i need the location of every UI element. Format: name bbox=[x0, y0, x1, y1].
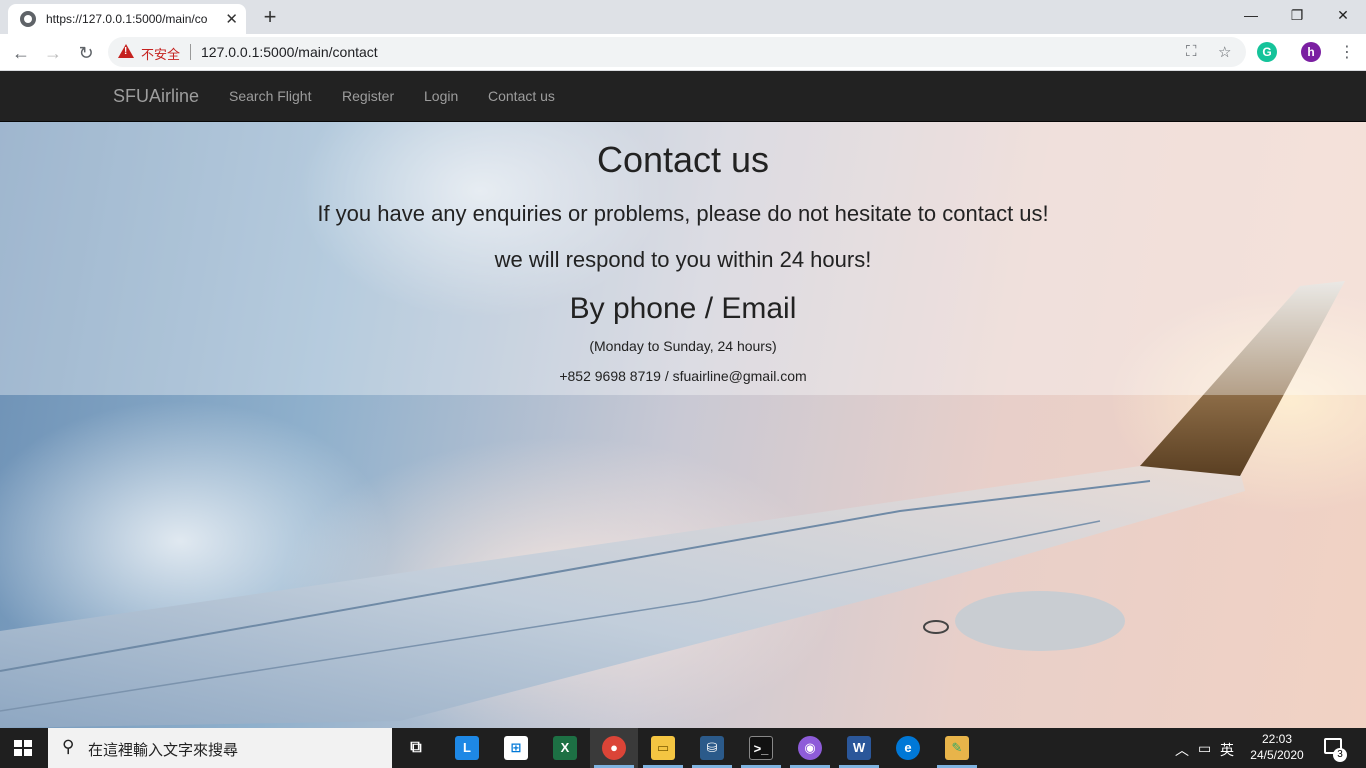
menu-icon[interactable]: ⋮ bbox=[1334, 40, 1360, 66]
translate-icon[interactable]: ⛶ bbox=[1186, 43, 1197, 60]
new-tab-button[interactable]: + bbox=[258, 5, 282, 29]
windows-start-icon[interactable] bbox=[14, 740, 32, 756]
taskbar-search-placeholder: 在這裡輸入文字來搜尋 bbox=[88, 742, 239, 759]
page-title: Contact us bbox=[596, 139, 770, 180]
terminal-icon[interactable]: >_ bbox=[749, 736, 773, 760]
clock-time: 22:03 bbox=[1261, 732, 1293, 746]
paint-icon[interactable]: ✎ bbox=[945, 736, 969, 760]
site-brand[interactable]: SFUAirline bbox=[113, 86, 199, 107]
globe-icon bbox=[20, 11, 36, 27]
github-desktop-icon[interactable]: ◉ bbox=[798, 736, 822, 760]
site-navbar: SFUAirline Search Flight Register Login … bbox=[0, 71, 1366, 122]
network-icon[interactable]: ▭ bbox=[1198, 740, 1211, 757]
chrome-icon[interactable]: ● bbox=[602, 736, 626, 760]
taskbar-search-box[interactable]: ⚲ 在這裡輸入文字來搜尋 bbox=[48, 728, 392, 768]
nav-register[interactable]: Register bbox=[342, 88, 394, 104]
contact-panel: Contact us If you have any enquiries or … bbox=[0, 122, 1366, 395]
star-icon[interactable]: ☆ bbox=[1218, 43, 1231, 61]
nav-login[interactable]: Login bbox=[424, 88, 458, 104]
browser-tabstrip: https://127.0.0.1:5000/main/co ✕ + — ❐ ✕ bbox=[0, 0, 1366, 34]
url-text[interactable]: 127.0.0.1:5000/main/contact bbox=[201, 44, 378, 60]
ime-indicator[interactable]: 英 bbox=[1220, 740, 1234, 760]
notification-count: 3 bbox=[1333, 748, 1347, 762]
nav-contact-us[interactable]: Contact us bbox=[488, 88, 555, 104]
grammarly-icon[interactable]: G bbox=[1257, 42, 1277, 62]
file-explorer-icon[interactable]: ▭ bbox=[651, 736, 675, 760]
web-page: SFUAirline Search Flight Register Login … bbox=[0, 71, 1366, 728]
lexicon-app-icon[interactable]: L bbox=[455, 736, 479, 760]
nav-search-flight[interactable]: Search Flight bbox=[229, 88, 311, 104]
search-icon: ⚲ bbox=[62, 737, 75, 756]
contact-details: +852 9698 8719 / sfuairline@gmail.com bbox=[559, 368, 807, 384]
profile-avatar[interactable]: h bbox=[1301, 42, 1321, 62]
hours-text: (Monday to Sunday, 24 hours) bbox=[589, 338, 777, 354]
warning-icon bbox=[118, 44, 134, 58]
enquiry-text: If you have any enquiries or problems, p… bbox=[317, 201, 1049, 226]
word-icon[interactable]: W bbox=[847, 736, 871, 760]
windows-taskbar: ⚲ 在這裡輸入文字來搜尋 ⧉ L ⊞ X ● ▭ ⛁ >_ ◉ W e ✎ ︿ … bbox=[0, 728, 1366, 768]
browser-tab[interactable]: https://127.0.0.1:5000/main/co ✕ bbox=[8, 4, 246, 34]
edge-icon[interactable]: e bbox=[896, 736, 920, 760]
clock-date: 24/5/2020 bbox=[1250, 748, 1304, 762]
system-clock[interactable]: 22:03 24/5/2020 bbox=[1250, 731, 1304, 763]
mysql-workbench-icon[interactable]: ⛁ bbox=[700, 736, 724, 760]
contact-method-heading: By phone / Email bbox=[569, 292, 797, 325]
address-bar[interactable]: 不安全 127.0.0.1:5000/main/contact ⛶ ☆ bbox=[108, 37, 1246, 67]
security-label[interactable]: 不安全 bbox=[141, 44, 180, 63]
close-tab-icon[interactable]: ✕ bbox=[225, 12, 238, 27]
divider bbox=[190, 44, 191, 60]
task-view-icon[interactable]: ⧉ bbox=[404, 736, 428, 760]
reload-icon[interactable]: ↻ bbox=[73, 40, 99, 66]
excel-icon[interactable]: X bbox=[553, 736, 577, 760]
chevron-up-icon[interactable]: ︿ bbox=[1175, 740, 1189, 760]
close-window-icon[interactable]: ✕ bbox=[1320, 0, 1366, 30]
response-text: we will respond to you within 24 hours! bbox=[494, 247, 872, 272]
restore-icon[interactable]: ❐ bbox=[1274, 0, 1320, 30]
tab-title: https://127.0.0.1:5000/main/co bbox=[46, 12, 208, 26]
forward-icon[interactable]: → bbox=[40, 40, 66, 66]
back-icon[interactable]: ← bbox=[8, 40, 34, 66]
browser-toolbar: ← → ↻ 不安全 127.0.0.1:5000/main/contact ⛶ … bbox=[0, 34, 1366, 71]
minimize-icon[interactable]: — bbox=[1228, 0, 1274, 30]
store-icon[interactable]: ⊞ bbox=[504, 736, 528, 760]
